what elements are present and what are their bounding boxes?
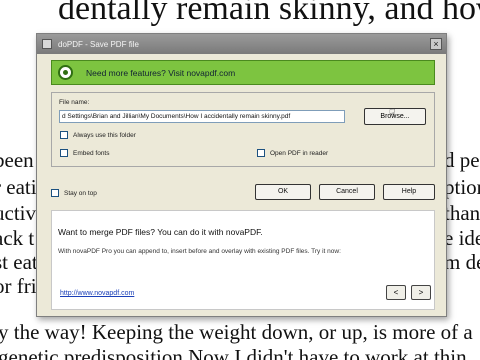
document-fragment-right: ption (444, 175, 480, 199)
stay-on-top-checkbox[interactable] (51, 189, 59, 197)
dialog-titlebar[interactable]: doPDF - Save PDF file × (37, 34, 446, 54)
document-fragment-right: d peo (444, 148, 480, 172)
document-fragment-left: or fri (0, 274, 37, 298)
merge-promo-panel: Want to merge PDF files? You can do it w… (51, 210, 435, 310)
promo-next-button[interactable]: > (411, 285, 431, 300)
save-pdf-dialog: doPDF - Save PDF file × Need more featur… (36, 33, 447, 317)
ok-button[interactable]: OK (255, 184, 311, 200)
embed-fonts-label: Embed fonts (73, 150, 110, 157)
document-line-top: dentally remain skinny, and how you c (58, 0, 480, 27)
app-icon (42, 39, 52, 49)
document-fragment-left: been (0, 148, 34, 172)
document-fragment-left: st eat (0, 250, 38, 274)
merge-promo-body: With novaPDF Pro you can append to, inse… (58, 248, 341, 255)
embed-fonts-checkbox[interactable] (60, 149, 68, 157)
help-button[interactable]: Help (383, 184, 435, 200)
novapdf-link[interactable]: http://www.novapdf.com (60, 290, 134, 297)
dialog-title: doPDF - Save PDF file (58, 40, 139, 49)
document-fragment-right: m de (444, 250, 480, 274)
always-use-folder-checkbox[interactable] (60, 131, 68, 139)
document-line-bottom: genetic predisposition Now I didn't have… (0, 345, 467, 360)
mouse-cursor-icon: ☟ (389, 108, 396, 120)
file-options-group: File name: Browse... ☟ Always use this f… (51, 92, 435, 167)
document-fragment-left: ack t (0, 226, 35, 250)
promo-banner[interactable]: Need more features? Visit novapdf.com (51, 60, 435, 85)
document-line-bottom: y the way! Keeping the weight down, or u… (0, 320, 473, 344)
close-button[interactable]: × (430, 38, 442, 50)
open-pdf-label: Open PDF in reader (270, 150, 329, 157)
always-use-folder-label: Always use this folder (73, 132, 136, 139)
promo-prev-button[interactable]: < (386, 285, 406, 300)
document-fragment-right: e ide (444, 226, 480, 250)
file-name-label: File name: (59, 99, 90, 106)
merge-promo-heading: Want to merge PDF files? You can do it w… (58, 227, 263, 237)
promo-banner-text[interactable]: Need more features? Visit novapdf.com (86, 68, 235, 78)
document-fragment-left: r eati (0, 175, 37, 199)
stay-on-top-label: Stay on top (64, 190, 97, 197)
document-fragment-right: than (444, 201, 480, 225)
file-name-input[interactable] (59, 110, 345, 123)
novapdf-logo-icon (58, 65, 73, 80)
open-pdf-checkbox[interactable] (257, 149, 265, 157)
cancel-button[interactable]: Cancel (319, 184, 375, 200)
